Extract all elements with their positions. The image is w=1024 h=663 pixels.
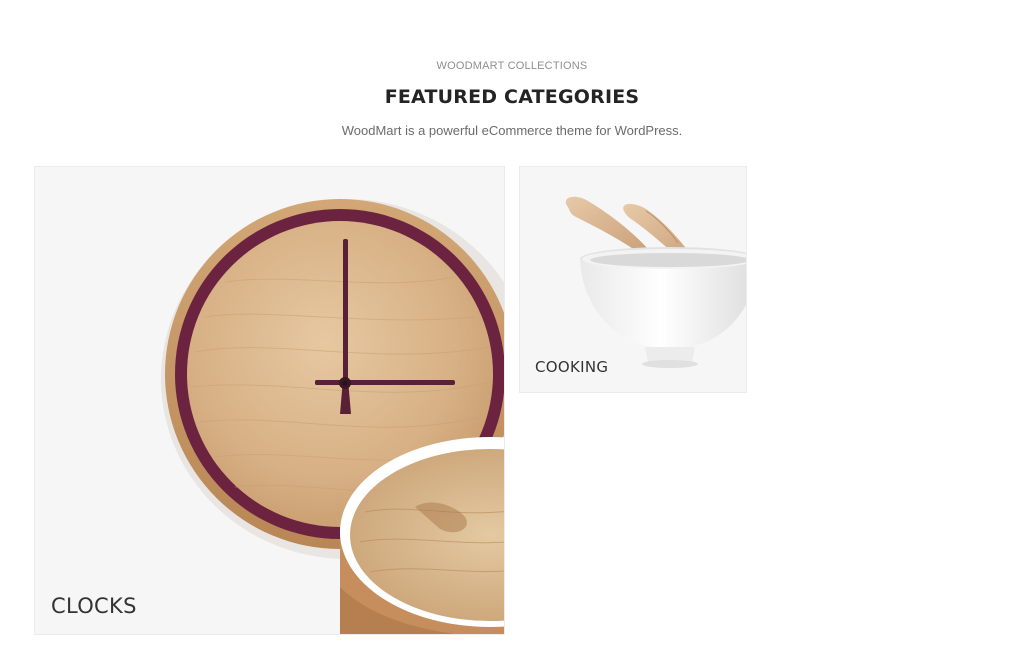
featured-categories-section: WOODMART COLLECTIONS FEATURED CATEGORIES… — [0, 0, 1024, 663]
category-card-cooking[interactable]: COOKING — [520, 167, 746, 392]
section-eyebrow: WOODMART COLLECTIONS — [436, 60, 588, 72]
category-card-clocks[interactable]: CLOCKS — [35, 167, 504, 634]
category-label-cooking: COOKING — [535, 358, 609, 376]
category-label-clocks: CLOCKS — [51, 594, 137, 618]
section-title: FEATURED CATEGORIES — [384, 86, 640, 108]
wooden-clock-image — [35, 167, 504, 634]
section-subtitle: WoodMart is a powerful eCommerce theme f… — [341, 123, 683, 138]
